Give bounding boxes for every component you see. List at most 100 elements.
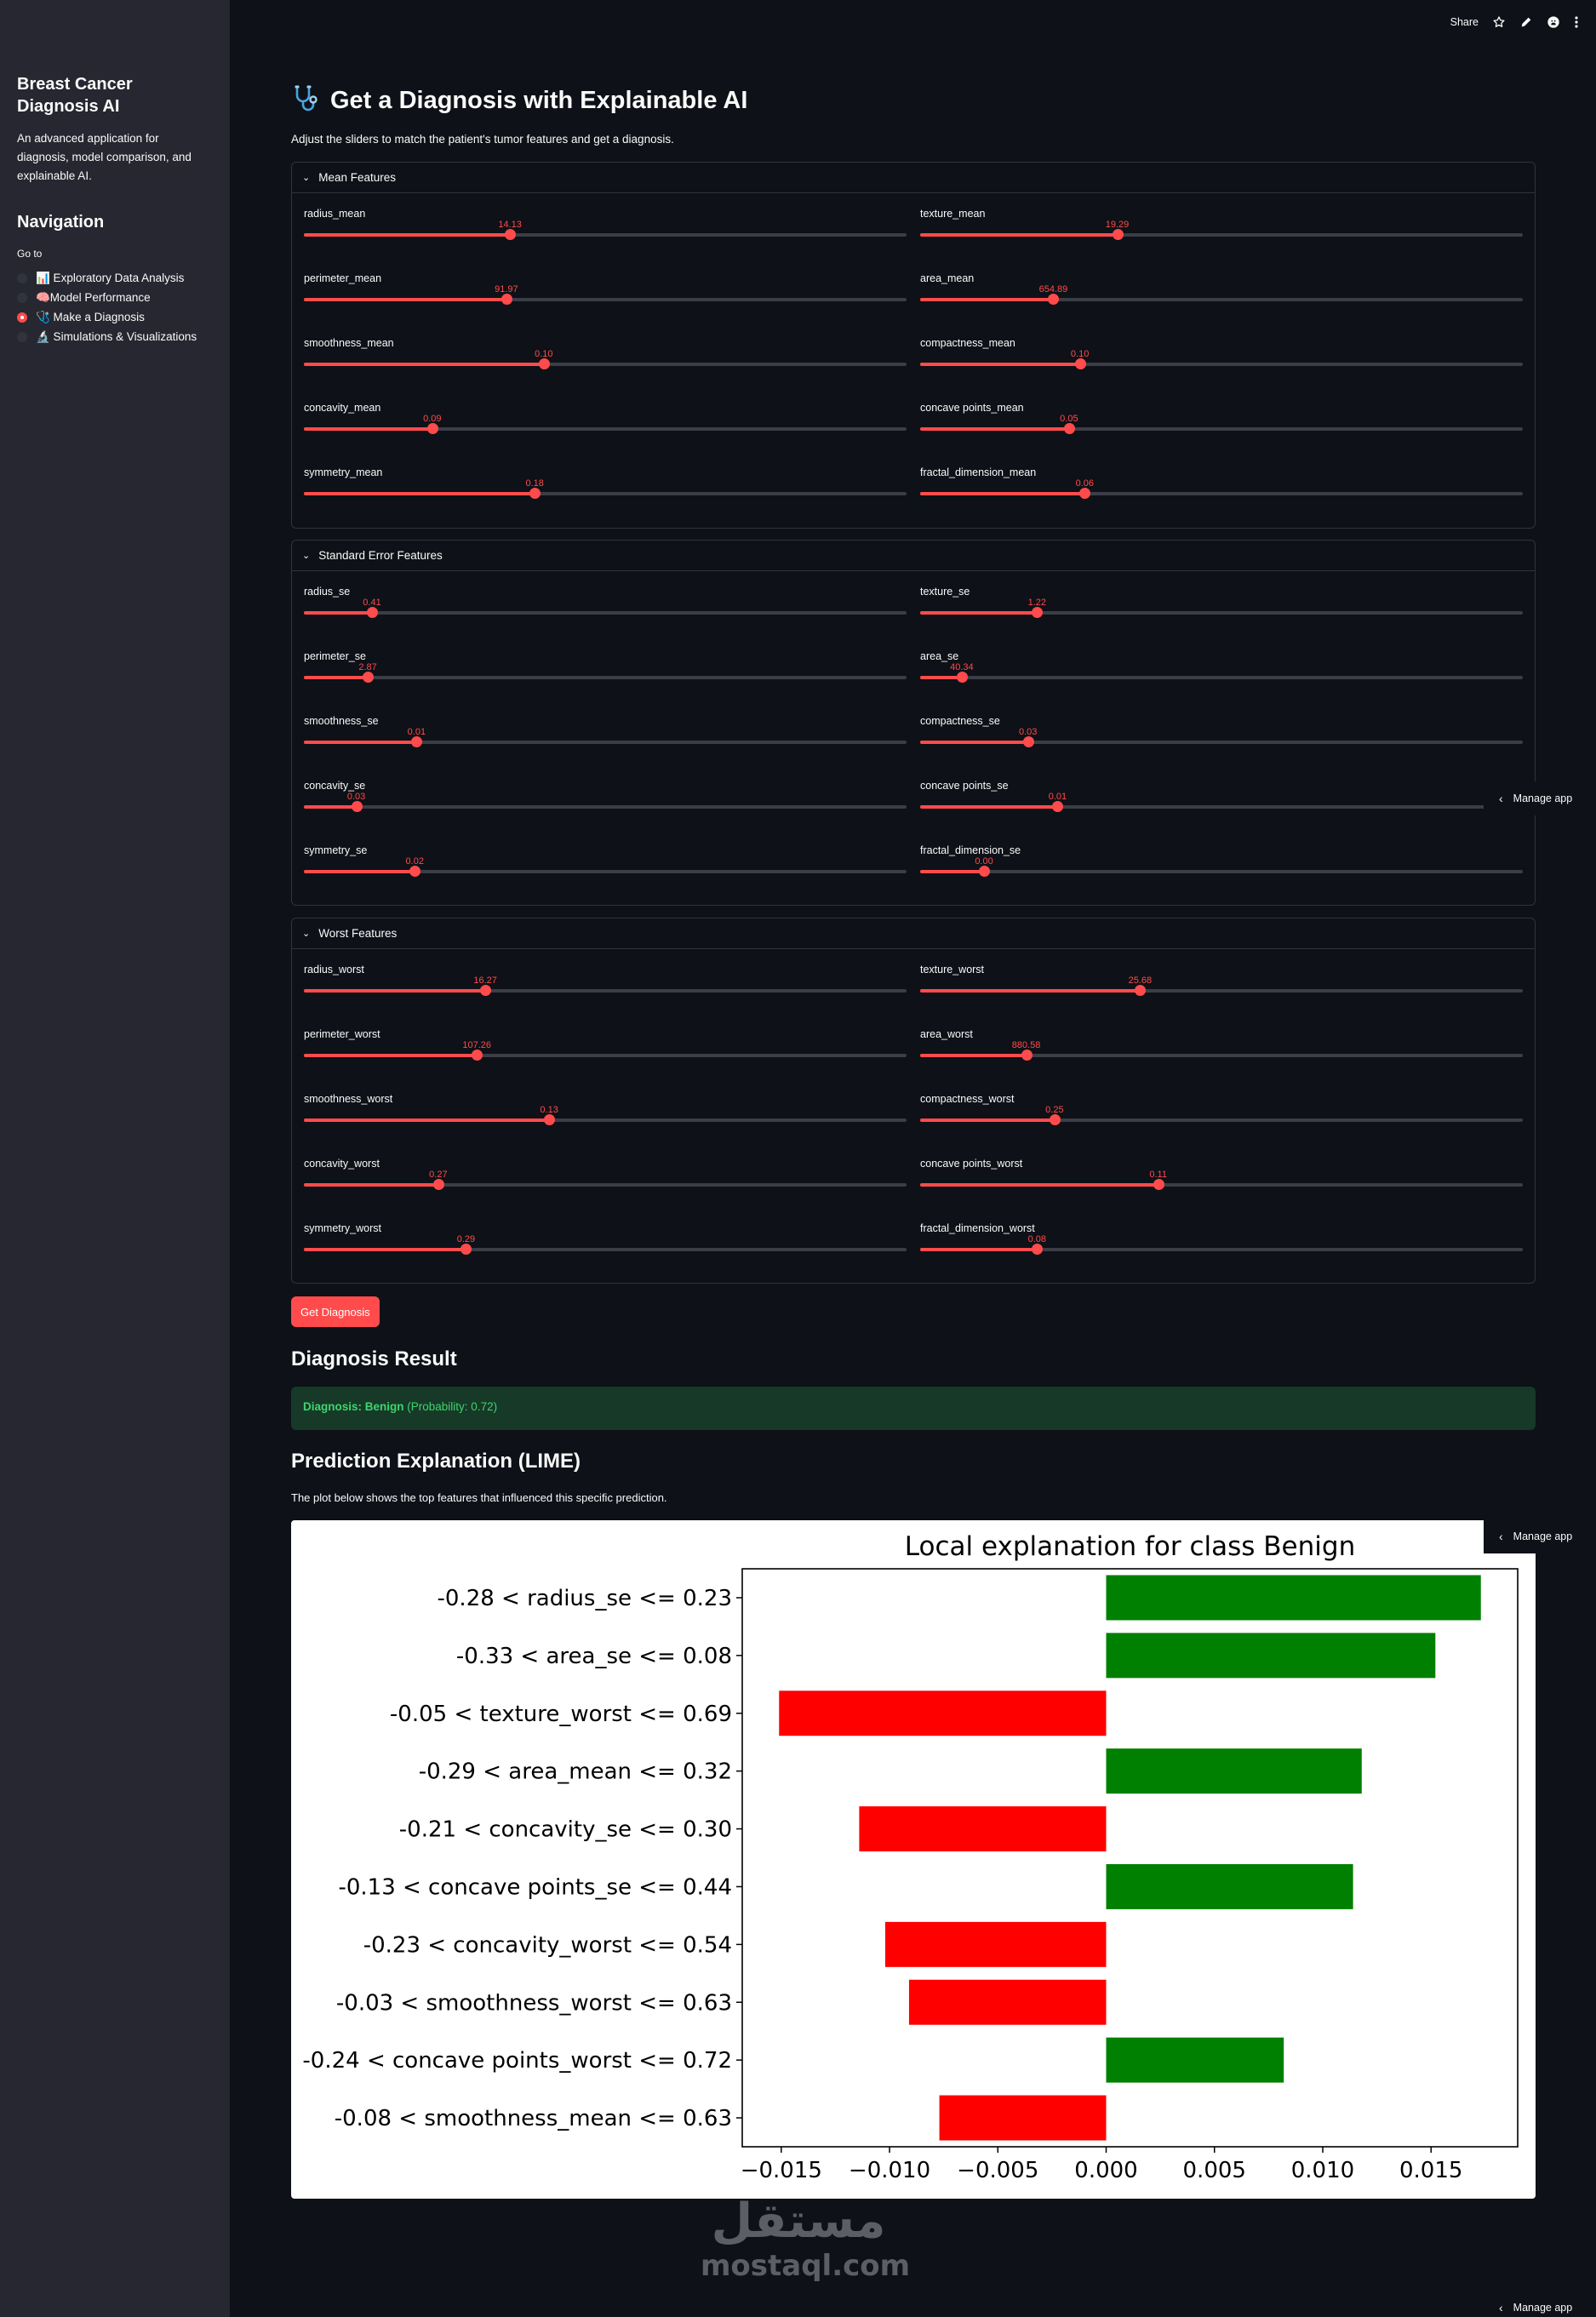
slider-thumb[interactable] <box>363 672 375 683</box>
lime-plot: Local explanation for class Benign -0.28 … <box>291 1520 1536 2199</box>
slider-track[interactable]: 0.41 <box>304 598 907 618</box>
slider-track[interactable]: 25.68 <box>920 975 1523 996</box>
slider-track[interactable]: 880.58 <box>920 1040 1523 1061</box>
chart-category-label: -0.13 < concave points_se <= 0.44 <box>338 1874 732 1900</box>
slider-track[interactable]: 107.26 <box>304 1040 907 1061</box>
slider-track[interactable]: 16.27 <box>304 975 907 996</box>
radio-button[interactable] <box>17 331 27 342</box>
slider-track[interactable]: 0.11 <box>920 1170 1523 1190</box>
slider-thumb[interactable] <box>956 672 968 683</box>
slider-track[interactable]: 0.02 <box>304 856 907 877</box>
slider-track[interactable]: 0.01 <box>304 727 907 747</box>
slider-radius_mean: radius_mean 14.13 <box>304 208 907 259</box>
slider-label: perimeter_worst <box>304 1028 380 1040</box>
radio-button[interactable] <box>17 272 27 283</box>
radio-button[interactable] <box>17 312 27 323</box>
slider-fill <box>920 611 1038 615</box>
slider-track[interactable]: 0.25 <box>920 1105 1523 1125</box>
manage-app-button[interactable]: ‹ Manage app <box>1484 2298 1596 2317</box>
expander-header[interactable]: ⌄ Standard Error Features <box>292 541 1535 571</box>
slider-thumb[interactable] <box>1048 294 1060 305</box>
slider-thumb[interactable] <box>538 358 550 369</box>
slider-area_mean: area_mean 654.89 <box>920 272 1523 323</box>
slider-track[interactable]: 0.10 <box>920 349 1523 369</box>
slider-thumb[interactable] <box>1135 985 1147 996</box>
chart-category-label: -0.03 < smoothness_worst <= 0.63 <box>336 1990 732 2016</box>
slider-thumb[interactable] <box>472 1050 483 1061</box>
slider-thumb[interactable] <box>1022 736 1034 747</box>
slider-track[interactable]: 0.08 <box>920 1234 1523 1255</box>
manage-app-label: Manage app <box>1513 2302 1573 2314</box>
nav-option[interactable]: 📊 Exploratory Data Analysis <box>17 268 213 288</box>
more-icon[interactable] <box>1574 15 1579 29</box>
slider-thumb[interactable] <box>1032 607 1044 618</box>
chart-bar <box>908 1979 1107 2025</box>
slider-thumb[interactable] <box>409 866 421 877</box>
get-diagnosis-button[interactable]: Get Diagnosis <box>291 1296 380 1327</box>
slider-track[interactable]: 0.03 <box>920 727 1523 747</box>
slider-thumb[interactable] <box>1021 1050 1033 1061</box>
slider-track[interactable]: 91.97 <box>304 284 907 305</box>
slider-thumb[interactable] <box>1049 1114 1061 1125</box>
slider-track[interactable]: 654.89 <box>920 284 1523 305</box>
slider-track[interactable]: 0.03 <box>304 792 907 812</box>
slider-track[interactable]: 14.13 <box>304 220 907 240</box>
manage-app-button[interactable]: ‹ Manage app <box>1484 1519 1596 1553</box>
slider-thumb[interactable] <box>480 985 492 996</box>
slider-track[interactable]: 0.09 <box>304 414 907 434</box>
edit-icon[interactable] <box>1519 15 1533 29</box>
slider-track[interactable]: 0.01 <box>920 792 1523 812</box>
slider-thumb[interactable] <box>501 294 512 305</box>
sidebar: Breast Cancer Diagnosis AI An advanced a… <box>0 0 230 2317</box>
slider-label: radius_se <box>304 586 351 598</box>
slider-track[interactable]: 0.06 <box>920 478 1523 499</box>
chart-xtick-label: −0.005 <box>957 2158 1038 2183</box>
slider-thumb[interactable] <box>1153 1179 1164 1190</box>
nav-option[interactable]: 🔬 Simulations & Visualizations <box>17 327 213 346</box>
slider-track[interactable]: 0.29 <box>304 1234 907 1255</box>
slider-thumb[interactable] <box>411 736 423 747</box>
slider-texture_se: texture_se 1.22 <box>920 586 1523 637</box>
slider-track[interactable]: 0.00 <box>920 856 1523 877</box>
slider-thumb[interactable] <box>1074 358 1086 369</box>
slider-track[interactable]: 0.05 <box>920 414 1523 434</box>
slider-thumb[interactable] <box>1079 488 1091 499</box>
nav-option[interactable]: 🩺 Make a Diagnosis <box>17 307 213 327</box>
github-icon[interactable] <box>1547 15 1560 29</box>
slider-track[interactable]: 1.22 <box>920 598 1523 618</box>
nav-option-label: 🧠Model Performance <box>36 290 151 304</box>
expander-header[interactable]: ⌄ Mean Features <box>292 163 1535 193</box>
slider-track[interactable]: 0.27 <box>304 1170 907 1190</box>
slider-track[interactable]: 0.13 <box>304 1105 907 1125</box>
slider-track[interactable]: 2.87 <box>304 662 907 683</box>
slider-thumb[interactable] <box>432 1179 444 1190</box>
slider-thumb[interactable] <box>1052 801 1064 812</box>
expander-title: Worst Features <box>318 927 398 940</box>
slider-track[interactable]: 19.29 <box>920 220 1523 240</box>
slider-smoothness_se: smoothness_se 0.01 <box>304 715 907 766</box>
slider-track[interactable]: 0.10 <box>304 349 907 369</box>
slider-fill <box>920 989 1141 993</box>
slider-thumb[interactable] <box>1063 423 1075 434</box>
slider-thumb[interactable] <box>979 866 991 877</box>
slider-thumb[interactable] <box>351 801 363 812</box>
slider-thumb[interactable] <box>426 423 438 434</box>
star-icon[interactable] <box>1492 15 1506 29</box>
slider-thumb[interactable] <box>529 488 541 499</box>
expander-header[interactable]: ⌄ Worst Features <box>292 918 1535 949</box>
slider-thumb[interactable] <box>1032 1244 1044 1255</box>
slider-track[interactable]: 40.34 <box>920 662 1523 683</box>
slider-thumb[interactable] <box>367 607 378 618</box>
slider-thumb[interactable] <box>460 1244 472 1255</box>
nav-option[interactable]: 🧠Model Performance <box>17 288 213 307</box>
slider-fill <box>920 1054 1027 1057</box>
share-button[interactable]: Share <box>1450 16 1479 28</box>
slider-fill <box>304 298 506 301</box>
radio-button[interactable] <box>17 292 27 303</box>
slider-thumb[interactable] <box>1112 229 1124 240</box>
slider-thumb[interactable] <box>505 229 517 240</box>
manage-app-button[interactable]: ‹ Manage app <box>1484 781 1596 815</box>
slider-thumb[interactable] <box>544 1114 556 1125</box>
chart-category-label: -0.21 < concavity_se <= 0.30 <box>399 1817 732 1843</box>
slider-track[interactable]: 0.18 <box>304 478 907 499</box>
